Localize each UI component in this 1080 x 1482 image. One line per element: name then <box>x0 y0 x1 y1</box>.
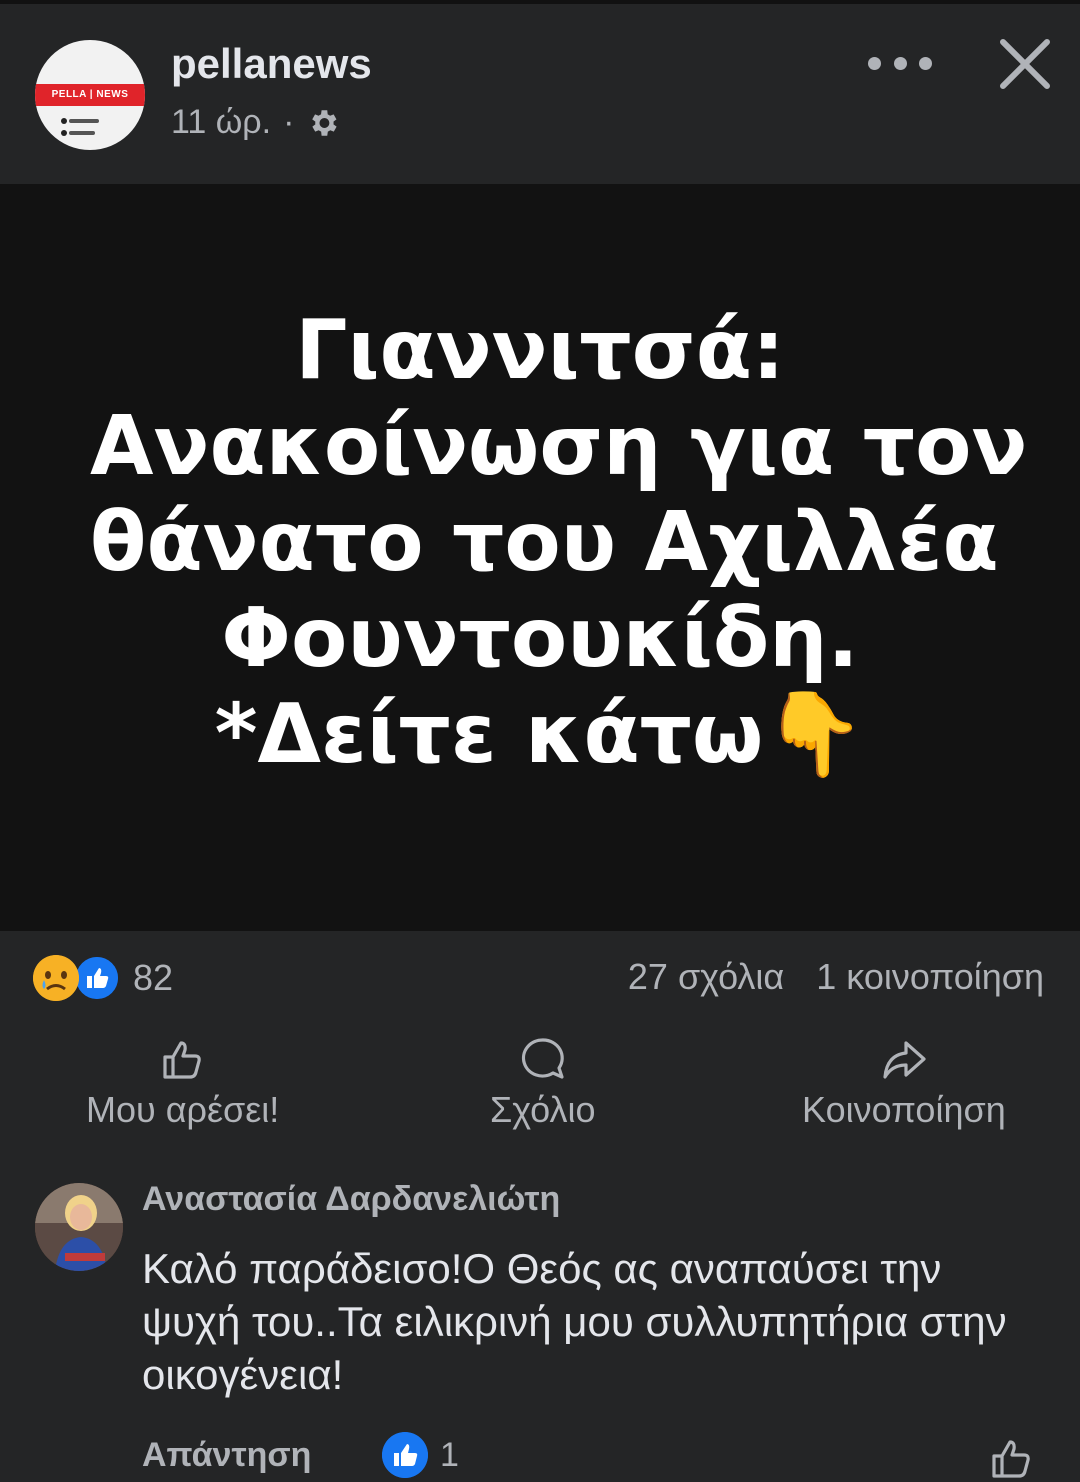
reply-button[interactable]: Απάντηση <box>142 1436 311 1475</box>
avatar-line <box>69 131 95 135</box>
page-name[interactable]: pellanews <box>171 40 372 88</box>
avatar-dot <box>61 118 67 124</box>
avatar-photo <box>35 1183 123 1271</box>
headline-line: θάνατο του Αχιλλέα <box>90 494 999 590</box>
avatar-dot <box>61 130 67 136</box>
share-button[interactable]: Κοινοποίηση <box>802 1035 1006 1131</box>
headline-line: Φουντουκίδη. <box>221 590 859 686</box>
comment-bubble-icon <box>521 1038 564 1079</box>
action-bar: Μου αρέσει! Σχόλιο Κοινοποίηση <box>0 1035 1080 1145</box>
post-header: PELLA | NEWS pellanews 11 ώρ. · <box>0 4 1080 184</box>
reaction-count: 82 <box>133 957 174 998</box>
avatar-line <box>69 119 99 123</box>
headline-line: *Δείτε κάτω👇 <box>214 686 866 782</box>
comment-footer: Απάντηση 1 <box>0 1432 1080 1478</box>
post-image[interactable]: Γιαννιτσά: Ανακοίνωση για τον θάνατο του… <box>0 184 1080 931</box>
gear-icon <box>312 109 338 136</box>
comment-label: Σχόλιο <box>490 1089 596 1130</box>
like-button[interactable]: Μου αρέσει! <box>86 1035 279 1131</box>
avatar-logo-text: PELLA | NEWS <box>35 84 145 106</box>
page-avatar[interactable]: PELLA | NEWS <box>35 40 145 150</box>
share-arrow-icon <box>883 1041 926 1079</box>
post-time[interactable]: 11 ώρ. <box>171 103 271 142</box>
dot <box>919 56 932 70</box>
close-icon[interactable] <box>995 34 1055 94</box>
post-meta: 11 ώρ. · <box>171 103 340 142</box>
comment-count[interactable]: 27 σχόλια <box>628 956 784 997</box>
thumbs-up-icon <box>163 1041 201 1079</box>
commenter-avatar[interactable] <box>35 1183 123 1271</box>
commenter-name[interactable]: Αναστασία Δαρδανελιώτη <box>142 1180 560 1219</box>
like-label: Μου αρέσει! <box>86 1089 280 1130</box>
thumbs-up-icon[interactable] <box>988 1434 1036 1482</box>
dot <box>868 56 881 70</box>
comment-button[interactable]: Σχόλιο <box>490 1035 596 1131</box>
reaction-summary[interactable]: 82 <box>33 953 173 1003</box>
post-stats: 27 σχόλια 1 κοινοποίηση <box>628 956 1044 998</box>
headline-line: Γιαννιτσά: <box>295 302 785 398</box>
share-count[interactable]: 1 κοινοποίηση <box>816 956 1044 997</box>
comment-text: Καλό παράδεισο!Ο Θεός ας αναπαύσει την ψ… <box>142 1245 1007 1398</box>
dot <box>893 56 907 70</box>
like-reaction-icon <box>73 954 121 1002</box>
more-options-icon[interactable] <box>868 46 932 80</box>
meta-separator: · <box>283 103 295 141</box>
headline-line: Ανακοίνωση για τον <box>90 398 1028 494</box>
share-label: Κοινοποίηση <box>802 1089 1006 1130</box>
comment-like-count: 1 <box>440 1436 459 1474</box>
post-headline: Γιαννιτσά: Ανακοίνωση για τον θάνατο του… <box>90 302 1028 783</box>
sad-reaction-icon <box>33 955 79 1001</box>
like-reaction-icon <box>382 1432 428 1478</box>
